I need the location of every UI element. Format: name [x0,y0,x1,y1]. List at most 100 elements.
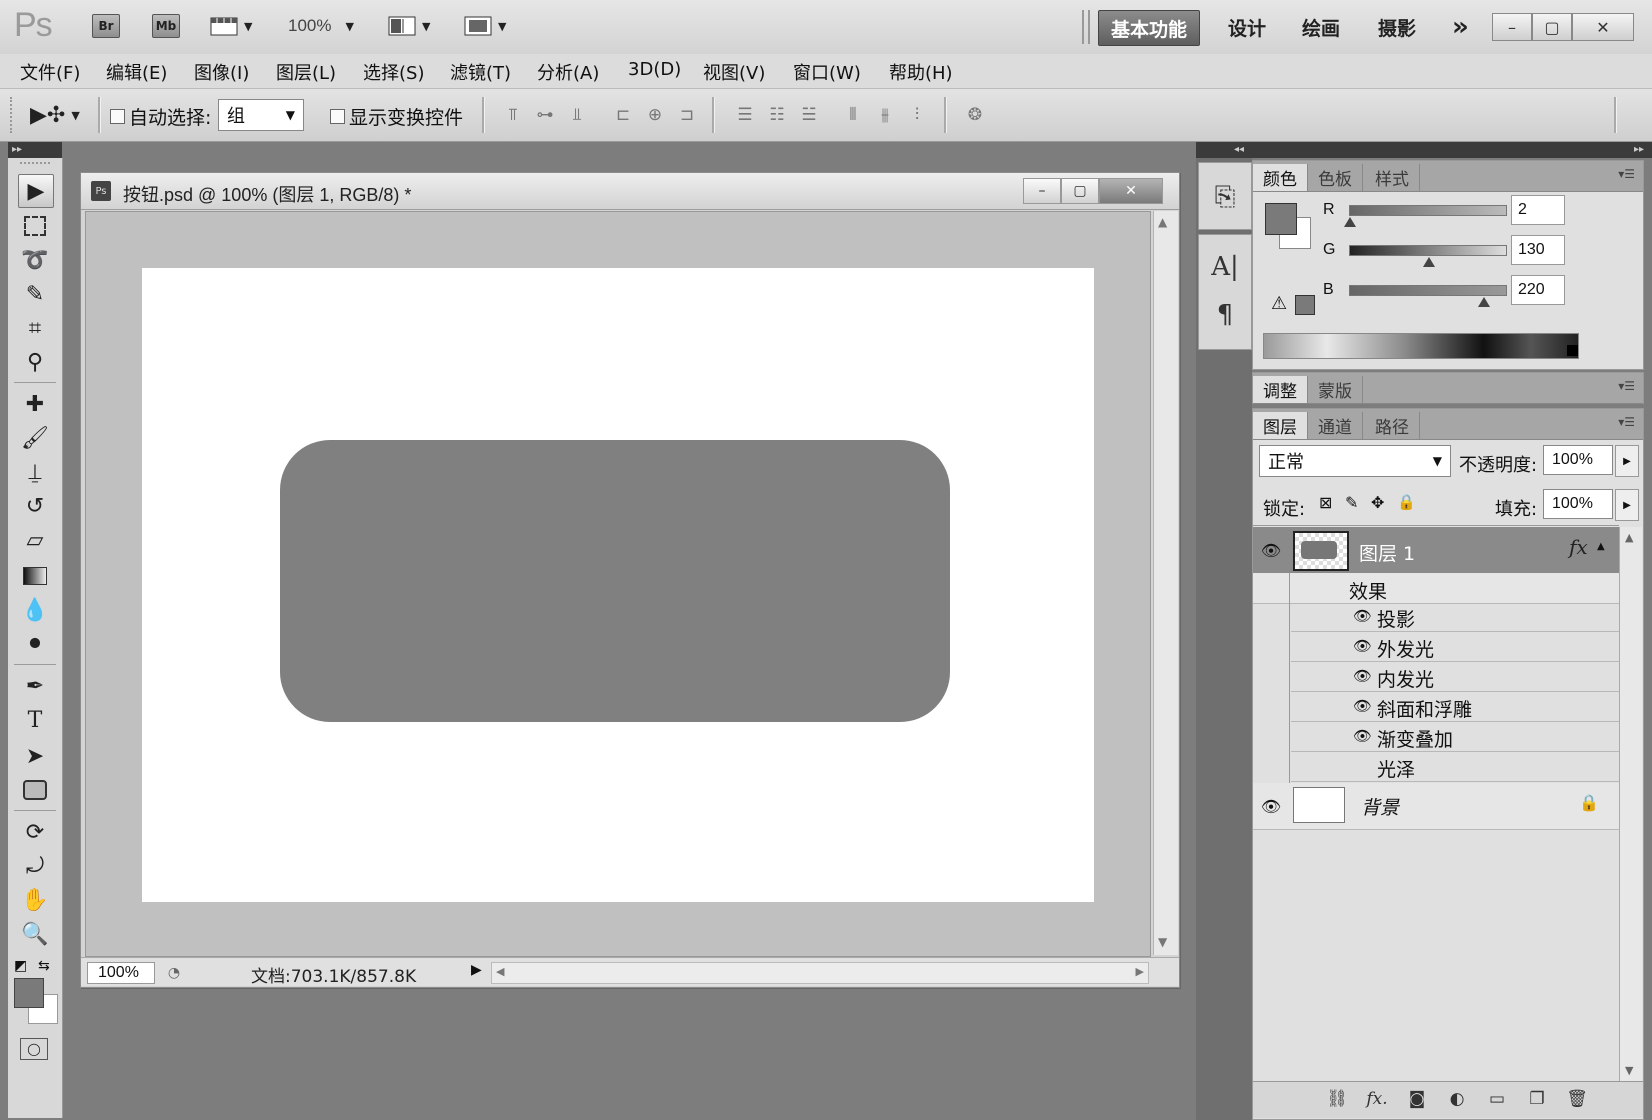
3d-orbit-icon[interactable]: ⤾ [18,850,52,882]
add-layer-style-icon[interactable]: fx. [1363,1088,1391,1110]
adjustment-layer-icon[interactable]: ◐ [1443,1088,1471,1110]
effect-row-gradient-overlay[interactable]: 👁 渐变叠加 [1291,723,1619,752]
menu-select[interactable]: 选择(S) [363,59,424,85]
menu-image[interactable]: 图像(I) [194,59,249,85]
background-layer-name[interactable]: 背景 [1361,793,1399,820]
blue-slider-thumb[interactable] [1477,297,1490,307]
shape-icon[interactable] [18,774,52,806]
menu-view[interactable]: 视图(V) [703,59,765,85]
workspace-design[interactable]: 设计 [1216,10,1278,44]
align-top-icon[interactable]: ⫪ [500,103,526,127]
layers-scrollbar[interactable]: ▲ ▼ [1619,527,1642,1081]
panel-menu-icon[interactable]: ▾☰ [1618,167,1635,181]
visibility-eye-icon[interactable]: 👁 [1257,792,1285,820]
default-colors-icon[interactable]: ◩ [14,958,27,974]
green-value-field[interactable]: 130 [1511,235,1565,265]
scroll-left-icon[interactable]: ◀ [496,965,504,978]
new-layer-icon[interactable]: ❐ [1523,1088,1551,1110]
document-zoom-field[interactable]: 100% [87,962,155,984]
eraser-icon[interactable]: ▱ [18,524,52,556]
brush-icon[interactable]: 🖌 [18,422,52,454]
tab-channels[interactable]: 通道 [1308,412,1363,439]
black-swatch[interactable] [1567,345,1578,356]
tab-adjustments[interactable]: 调整 [1253,376,1308,403]
visibility-eye-icon[interactable]: 👁 [1353,607,1372,625]
green-slider-thumb[interactable] [1422,257,1435,267]
align-bottom-icon[interactable]: ⫫ [564,103,590,127]
tools-panel-header[interactable]: ▸▸ [8,142,62,158]
close-button[interactable]: ✕ [1572,13,1634,41]
move-icon[interactable]: ▶ [18,174,54,208]
blur-icon[interactable]: 💧 [18,594,52,626]
blend-mode-dropdown[interactable]: 正常 ▼ [1259,445,1451,477]
scroll-up-icon[interactable]: ▲ [1158,215,1167,229]
document-close-button[interactable]: ✕ [1099,178,1163,204]
hand-icon[interactable]: ✋ [18,884,52,916]
lasso-icon[interactable]: ➰ [18,244,52,276]
zoom-icon[interactable]: 🔍 [18,918,52,950]
minimize-button[interactable]: – [1492,13,1532,41]
quick-select-icon[interactable]: ✎ [18,278,52,310]
red-slider-track[interactable] [1349,205,1507,216]
distribute-bottom-icon[interactable]: ☱ [796,103,822,127]
bridge-button[interactable]: Br [92,12,120,40]
menu-analysis[interactable]: 分析(A) [537,59,599,85]
green-slider-track[interactable] [1349,245,1507,256]
tab-masks[interactable]: 蒙版 [1308,376,1363,403]
opacity-slider-arrow-icon[interactable]: ▶ [1615,445,1639,477]
layer-row-layer1[interactable]: 👁 图层 1 fx ▲ [1253,527,1619,574]
red-value-field[interactable]: 2 [1511,195,1565,225]
document-minimize-button[interactable]: – [1023,178,1061,204]
gradient-icon[interactable] [18,560,52,592]
tab-swatches[interactable]: 色板 [1308,164,1363,191]
document-restore-button[interactable]: ▢ [1061,178,1099,204]
type-icon[interactable]: T [18,704,52,736]
menu-layer[interactable]: 图层(L) [276,59,336,85]
arrange-documents-button[interactable]: ▼ [388,12,430,40]
align-right-icon[interactable]: ⊐ [674,103,700,127]
screen-mode-button[interactable]: ▼ [464,12,506,40]
panel-menu-icon[interactable]: ▾☰ [1618,415,1635,429]
vertical-scrollbar[interactable]: ▲ ▼ [1153,211,1178,955]
tab-paths[interactable]: 路径 [1365,412,1420,439]
red-slider-thumb[interactable] [1344,217,1357,227]
effects-group-row[interactable]: 效果 [1253,573,1619,783]
tab-styles[interactable]: 样式 [1365,164,1420,191]
effect-row-satin[interactable]: 光泽 [1291,753,1619,782]
fill-slider-arrow-icon[interactable]: ▶ [1615,489,1639,521]
visibility-eye-icon[interactable]: 👁 [1353,697,1372,715]
distribute-vcenter-icon[interactable]: ☷ [764,103,790,127]
menu-edit[interactable]: 编辑(E) [106,59,167,85]
panels-header[interactable]: ▸▸ [1252,142,1652,158]
visibility-eye-icon[interactable]: 👁 [1353,637,1372,655]
align-vcenter-icon[interactable]: ⊶ [532,103,558,127]
effect-row-outer-glow[interactable]: 👁 外发光 [1291,633,1619,662]
stamp-icon[interactable]: ⍊ [18,456,52,488]
visibility-eye-icon[interactable]: 👁 [1353,727,1372,745]
zoom-level-dropdown[interactable]: 100% ▼ [288,12,354,40]
menu-help[interactable]: 帮助(H) [889,59,953,85]
paragraph-icon[interactable]: ¶ [1207,297,1243,333]
scroll-down-icon[interactable]: ▼ [1158,935,1167,949]
canvas[interactable] [142,268,1094,902]
status-info-icon[interactable]: ◔ [161,962,187,984]
distribute-right-icon[interactable]: ⫶ [904,103,930,127]
more-workspaces-icon[interactable]: » [1440,10,1481,44]
restore-button[interactable]: ▢ [1532,13,1572,41]
visibility-eye-icon[interactable]: 👁 [1257,536,1285,564]
path-select-icon[interactable]: ➤ [18,740,52,772]
visibility-eye-icon[interactable]: 👁 [1353,667,1372,685]
gamut-color-swatch[interactable] [1295,295,1315,315]
fx-badge[interactable]: fx [1569,535,1588,559]
show-transform-option[interactable]: 显示变换控件 [330,103,463,130]
blue-value-field[interactable]: 220 [1511,275,1565,305]
tab-color[interactable]: 颜色 [1253,164,1308,191]
effect-row-drop-shadow[interactable]: 👁 投影 [1291,603,1619,632]
tools-grip[interactable] [20,162,50,167]
add-mask-icon[interactable]: ◙ [1403,1088,1431,1110]
history-icon[interactable]: ⎘ [1207,179,1243,215]
layer-row-background[interactable]: 👁 背景 🔒 [1253,783,1619,830]
distribute-left-icon[interactable]: ⫴ [840,103,866,127]
delete-layer-icon[interactable]: 🗑 [1563,1088,1591,1110]
out-of-gamut-warning-icon[interactable]: ⚠ [1271,293,1287,314]
